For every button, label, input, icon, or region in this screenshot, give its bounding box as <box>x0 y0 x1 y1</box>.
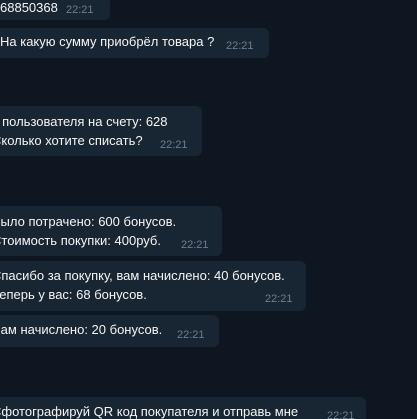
message-text: Было потрачено: 600 бонусов. <box>0 214 177 229</box>
message-time: 22:21 <box>66 4 94 16</box>
message-text: Теперь у вас: 68 бонусов. <box>0 287 147 302</box>
message-text: Стоимость покупки: 400руб. <box>0 233 161 248</box>
message-text: Спасибо за покупку, вам начислено: 40 бо… <box>0 268 285 283</box>
chat-message-list[interactable]: 68850368 22:21 На какую сумму приобрёл т… <box>0 0 417 419</box>
message-bubble[interactable]: На какую сумму приобрёл товара ? 22:21 <box>0 28 269 58</box>
message-text: На какую сумму приобрёл товара ? <box>0 34 215 49</box>
message-bubble[interactable]: у пользователя на счету: 628 Сколько хот… <box>0 106 202 156</box>
message-time: 22:21 <box>226 40 254 52</box>
message-time: 22:21 <box>265 293 293 305</box>
message-time: 22:21 <box>181 239 209 251</box>
message-bubble[interactable]: Вам начислено: 20 бонусов. 22:21 <box>0 315 219 347</box>
message-time: 22:21 <box>177 329 205 341</box>
message-bubble[interactable]: Было потрачено: 600 бонусов. Стоимость п… <box>0 206 222 256</box>
message-time: 22:21 <box>160 139 188 151</box>
message-bubble[interactable]: Спасибо за покупку, вам начислено: 40 бо… <box>0 261 306 311</box>
message-text: 68850368 <box>0 0 58 15</box>
message-text: Сколько хотите списать? <box>0 133 143 148</box>
message-text: Сфотографируй QR код покупателя и отправ… <box>0 404 299 419</box>
message-time: 22:21 <box>327 410 355 419</box>
message-text: у пользователя на счету: 628 <box>0 114 168 129</box>
message-text: Вам начислено: 20 бонусов. <box>0 322 163 337</box>
message-bubble[interactable]: Сфотографируй QR код покупателя и отправ… <box>0 397 366 419</box>
message-bubble[interactable]: 68850368 22:21 <box>0 0 110 20</box>
